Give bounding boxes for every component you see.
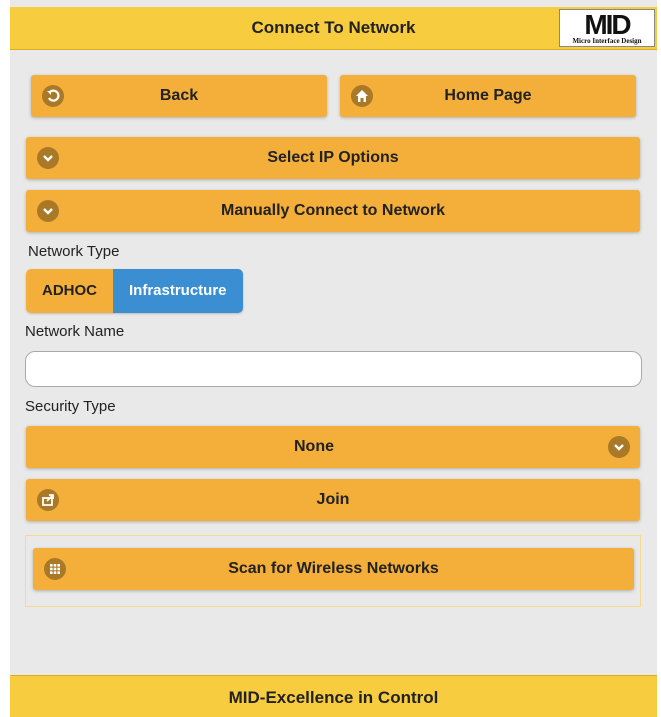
logo-mark: MID <box>584 9 631 40</box>
footer-text: MID-Excellence in Control <box>228 688 439 707</box>
chevron-down-icon <box>608 436 630 458</box>
back-label: Back <box>159 87 199 104</box>
join-button[interactable]: Join <box>26 479 640 521</box>
footer-bar: MID-Excellence in Control <box>10 675 657 717</box>
network-type-toggle: ADHOC Infrastructure <box>26 269 243 313</box>
home-icon <box>351 85 373 107</box>
network-name-label: Network Name <box>25 323 125 340</box>
network-name-input[interactable] <box>25 351 642 387</box>
scan-networks-button[interactable]: Scan for Wireless Networks <box>33 548 634 590</box>
home-page-label: Home Page <box>444 87 532 104</box>
share-icon <box>37 489 59 511</box>
chevron-down-icon <box>37 147 59 169</box>
header-bar: Connect To Network MID Micro Interface D… <box>10 7 657 50</box>
chevron-down-icon <box>37 200 59 222</box>
select-ip-options-collapsible[interactable]: Select IP Options <box>26 137 640 179</box>
back-button[interactable]: Back <box>31 75 327 117</box>
logo-subtitle: Micro Interface Design <box>572 37 642 45</box>
manual-connect-label: Manually Connect to Network <box>220 202 446 219</box>
page-title: Connect To Network <box>251 18 416 37</box>
adhoc-option[interactable]: ADHOC <box>26 269 113 313</box>
back-arrow-icon <box>42 85 64 107</box>
app-frame: Connect To Network MID Micro Interface D… <box>10 0 657 717</box>
mid-logo: MID Micro Interface Design <box>559 9 655 47</box>
infrastructure-option[interactable]: Infrastructure <box>113 269 243 313</box>
network-type-label: Network Type <box>28 243 120 260</box>
select-ip-options-label: Select IP Options <box>267 149 399 166</box>
home-page-button[interactable]: Home Page <box>340 75 636 117</box>
security-type-select[interactable]: None <box>26 426 640 468</box>
grid-icon <box>44 558 66 580</box>
scan-networks-label: Scan for Wireless Networks <box>228 560 439 577</box>
security-type-value: None <box>294 438 334 455</box>
join-label: Join <box>316 491 350 508</box>
security-type-label: Security Type <box>25 398 116 415</box>
manual-connect-collapsible[interactable]: Manually Connect to Network <box>26 190 640 232</box>
